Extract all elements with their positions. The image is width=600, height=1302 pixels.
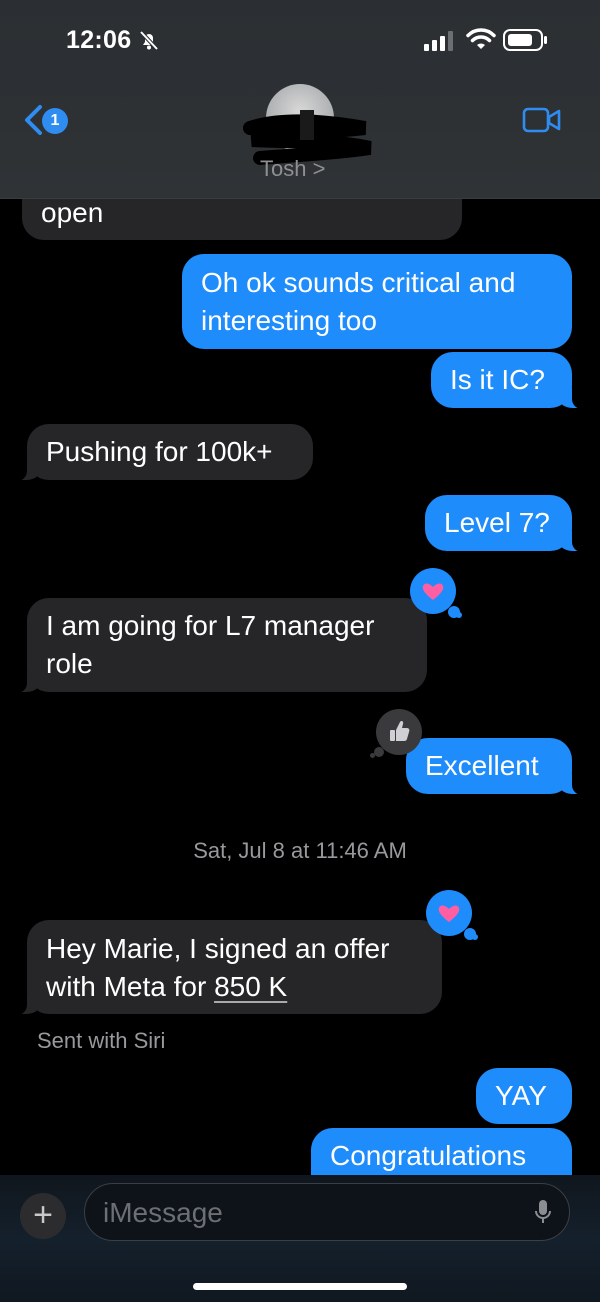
message-text: Oh ok sounds critical and interesting to… — [201, 267, 516, 336]
message-text: Hey Marie, I signed an offer with Meta f… — [46, 930, 423, 1006]
battery-icon — [503, 29, 549, 56]
contact-name[interactable]: Tosh > — [260, 156, 325, 182]
timestamp: Sat, Jul 8 at 11:46 AM — [193, 838, 407, 863]
video-call-icon — [522, 107, 561, 133]
message-bubble-outgoing[interactable]: Excellent — [406, 738, 584, 795]
status-time: 12:06 — [66, 26, 132, 54]
message-text: open — [41, 197, 104, 228]
wifi-icon — [466, 27, 496, 56]
message-bubble-incoming[interactable]: I am going for L7 manager role — [15, 598, 427, 693]
imessage-input[interactable] — [101, 1192, 525, 1234]
message-bubble-incoming[interactable]: Hey Marie, I signed an offer with Meta f… — [15, 920, 442, 1015]
message-bubble-outgoing[interactable]: Oh ok sounds critical and interesting to… — [182, 254, 572, 349]
message-text: Is it IC? — [450, 364, 545, 395]
sent-with-siri-note: Sent with Siri — [37, 1028, 166, 1053]
video-call-button[interactable] — [522, 106, 562, 139]
home-indicator[interactable] — [193, 1283, 407, 1290]
heart-tapback[interactable] — [410, 568, 462, 618]
message-text: Level 7? — [444, 507, 550, 538]
back-chevron-icon — [25, 105, 42, 135]
thumbs-up-tapback[interactable] — [370, 709, 422, 758]
message-text: I am going for L7 manager role — [46, 610, 375, 679]
mute-bell-icon — [137, 28, 161, 57]
message-bubble-incoming[interactable]: Pushing for 100k+ — [15, 424, 313, 481]
message-text: YAY — [495, 1080, 547, 1111]
message-text: Pushing for 100k+ — [46, 436, 273, 467]
amount-link[interactable]: 850 K — [214, 971, 287, 1002]
message-text: Excellent — [425, 750, 539, 781]
conversation-header: 12:06 1 Tosh > — [0, 0, 600, 199]
imessage-input-container[interactable] — [84, 1183, 570, 1241]
message-bubble-outgoing[interactable]: Is it IC? — [431, 352, 584, 409]
message-bubble-outgoing[interactable]: YAY — [476, 1068, 572, 1124]
composer-bar: + — [0, 1175, 600, 1302]
microphone-icon[interactable] — [533, 1198, 553, 1231]
heart-tapback[interactable] — [426, 890, 478, 940]
message-bubble-outgoing[interactable]: Level 7? — [425, 495, 584, 552]
unread-count-badge: 1 — [42, 108, 68, 134]
message-text: Congratulations — [330, 1140, 527, 1171]
signal-icon — [424, 31, 458, 56]
back-button[interactable]: 1 — [20, 100, 70, 140]
apps-plus-button[interactable]: + — [20, 1193, 66, 1239]
